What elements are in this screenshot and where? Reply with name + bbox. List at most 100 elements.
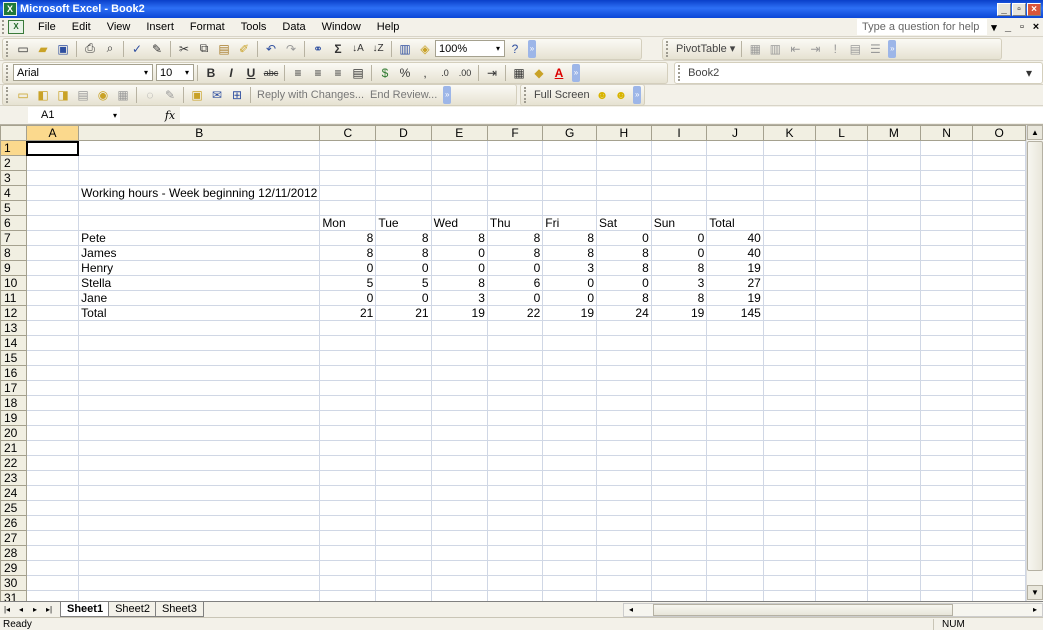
cell[interactable]: [762, 485, 817, 501]
cell[interactable]: [25, 170, 80, 186]
font-size-select[interactable]: 10 ▾: [156, 64, 194, 81]
cell[interactable]: [596, 185, 652, 201]
merge-center-icon[interactable]: ▤: [348, 64, 368, 82]
font-color-icon[interactable]: A: [549, 64, 569, 82]
next-sheet-icon[interactable]: ▸: [28, 605, 42, 614]
cell[interactable]: [319, 455, 377, 471]
cell[interactable]: [542, 410, 598, 426]
previous-comment-icon[interactable]: ◧: [33, 86, 53, 104]
cell[interactable]: [762, 185, 817, 201]
column-header[interactable]: C: [319, 125, 377, 141]
cell[interactable]: [815, 230, 869, 246]
cell[interactable]: [762, 140, 817, 156]
cell[interactable]: [815, 320, 869, 336]
cell[interactable]: [706, 350, 764, 366]
cell[interactable]: [972, 590, 1026, 601]
cell[interactable]: [78, 440, 321, 456]
cell[interactable]: [375, 425, 432, 441]
value-cell[interactable]: 8: [486, 245, 544, 261]
cell[interactable]: [919, 470, 974, 486]
cell[interactable]: [78, 215, 321, 231]
prev-sheet-icon[interactable]: ◂: [14, 605, 28, 614]
value-cell[interactable]: 5: [375, 275, 432, 291]
cell[interactable]: [542, 560, 598, 576]
cell[interactable]: [815, 515, 869, 531]
cell[interactable]: [430, 200, 488, 216]
first-sheet-icon[interactable]: |◂: [0, 605, 14, 614]
cell[interactable]: [972, 140, 1026, 156]
cell[interactable]: [78, 140, 321, 156]
cell[interactable]: [542, 380, 598, 396]
cell[interactable]: [25, 485, 80, 501]
cell[interactable]: [919, 155, 974, 171]
cell[interactable]: [430, 185, 488, 201]
cell[interactable]: [815, 560, 869, 576]
cell[interactable]: [972, 485, 1026, 501]
value-cell[interactable]: 8: [319, 230, 377, 246]
cell[interactable]: [815, 575, 869, 591]
cell[interactable]: [867, 140, 921, 156]
cell[interactable]: [867, 155, 921, 171]
cell[interactable]: [375, 545, 432, 561]
worksheet-grid[interactable]: ABCDEFGHIJKLMNO 1 2 3 4 Working hours - Week…: [0, 125, 1026, 601]
close-button[interactable]: ×: [1027, 2, 1041, 16]
cell[interactable]: [815, 485, 869, 501]
cell[interactable]: [919, 530, 974, 546]
show-detail-icon[interactable]: ⇥: [805, 40, 825, 58]
menu-file[interactable]: File: [30, 21, 64, 33]
cell[interactable]: [706, 455, 764, 471]
column-header[interactable]: K: [762, 125, 817, 141]
toolbar-options-icon[interactable]: »: [572, 63, 580, 82]
column-header[interactable]: N: [919, 125, 974, 141]
cell[interactable]: [486, 365, 544, 381]
sort-descending-icon[interactable]: ↓Z: [368, 40, 388, 58]
value-cell[interactable]: 21: [375, 305, 432, 321]
cell[interactable]: [319, 170, 377, 186]
cell[interactable]: [430, 515, 488, 531]
cell[interactable]: [596, 560, 652, 576]
name-cell[interactable]: Jane: [78, 290, 321, 306]
column-header[interactable]: D: [375, 125, 432, 141]
row-header[interactable]: 13: [0, 320, 27, 336]
cell[interactable]: [78, 200, 321, 216]
cell[interactable]: [762, 530, 817, 546]
cell[interactable]: [596, 350, 652, 366]
cell[interactable]: [650, 200, 708, 216]
zoom-select[interactable]: 100% ▾: [435, 40, 505, 57]
cell[interactable]: [542, 485, 598, 501]
new-comment-icon[interactable]: ▭: [13, 86, 33, 104]
open-icon[interactable]: ▰: [33, 40, 53, 58]
field-settings-icon[interactable]: ▤: [845, 40, 865, 58]
row-header[interactable]: 16: [0, 365, 27, 381]
name-cell[interactable]: Stella: [78, 275, 321, 291]
cell[interactable]: [375, 500, 432, 516]
cell[interactable]: [486, 155, 544, 171]
cell[interactable]: [25, 260, 80, 276]
cell[interactable]: [919, 395, 974, 411]
cell[interactable]: [596, 155, 652, 171]
header-cell[interactable]: Mon: [319, 215, 377, 231]
underline-icon[interactable]: U: [241, 64, 261, 82]
send-icon[interactable]: ✉: [207, 86, 227, 104]
cell[interactable]: [762, 260, 817, 276]
row-header[interactable]: 24: [0, 485, 27, 501]
format-report-icon[interactable]: ▦: [745, 40, 765, 58]
cell[interactable]: [25, 410, 80, 426]
hyperlink-icon[interactable]: ⚭: [308, 40, 328, 58]
cell[interactable]: [762, 515, 817, 531]
cell[interactable]: [762, 575, 817, 591]
toolbar-options-icon[interactable]: »: [888, 39, 897, 58]
cell[interactable]: [867, 530, 921, 546]
cell[interactable]: [78, 320, 321, 336]
cell[interactable]: [25, 455, 80, 471]
cell[interactable]: [319, 365, 377, 381]
cell[interactable]: [867, 380, 921, 396]
cell[interactable]: [319, 545, 377, 561]
cell[interactable]: [762, 470, 817, 486]
cell[interactable]: [815, 545, 869, 561]
value-cell[interactable]: 8: [430, 230, 488, 246]
cell[interactable]: [867, 305, 921, 321]
cell[interactable]: [762, 230, 817, 246]
cell[interactable]: [596, 440, 652, 456]
cell[interactable]: [815, 590, 869, 601]
